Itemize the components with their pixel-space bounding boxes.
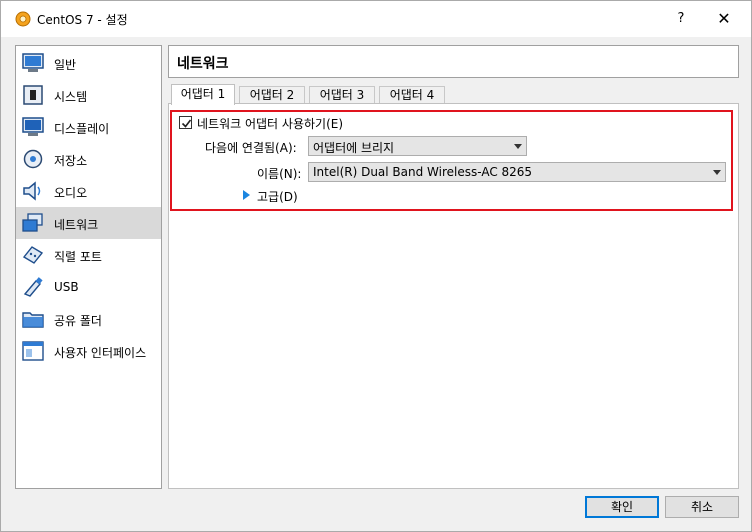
sidebar-item-general[interactable]: 일반: [16, 47, 161, 79]
sidebar-item-label: 사용자 인터페이스: [54, 346, 147, 360]
name-label: 이름(N):: [257, 167, 302, 181]
page-header: 네트워크: [168, 45, 739, 78]
sidebar-item-label: 일반: [54, 58, 77, 72]
sidebar-item-label: 네트워크: [54, 218, 99, 232]
usb-icon: [23, 277, 43, 297]
system-icon: [23, 85, 43, 105]
sidebar-item-label: 오디오: [54, 186, 88, 200]
sidebar-item-shared-folder[interactable]: 공유 폴더: [16, 303, 161, 335]
settings-window: CentOS 7 - 설정 ? ✕ 일반 시스템 디스플레이 저장소 오디오 네…: [0, 0, 752, 532]
adapter-name-value: Intel(R) Dual Band Wireless-AC 8265: [313, 165, 533, 179]
sidebar-item-storage[interactable]: 저장소: [16, 143, 161, 175]
virtualbox-gear-icon: [15, 11, 31, 27]
sidebar-item-label: 디스플레이: [54, 122, 110, 136]
serial-port-icon: [22, 246, 44, 264]
attached-to-label: 다음에 연결됨(A):: [205, 141, 297, 155]
tab-adapter-1[interactable]: 어댑터 1: [171, 84, 235, 105]
title-bar: CentOS 7 - 설정 ? ✕: [1, 1, 751, 37]
advanced-label: 고급(D): [257, 190, 298, 204]
enable-adapter-checkbox[interactable]: [179, 116, 192, 129]
display-icon: [22, 117, 44, 136]
sidebar-item-serial-port[interactable]: 직렬 포트: [16, 239, 161, 271]
close-button[interactable]: ✕: [709, 7, 739, 31]
chevron-down-icon: [514, 144, 522, 149]
sidebar-item-usb[interactable]: USB: [16, 271, 161, 303]
help-button[interactable]: ?: [669, 7, 693, 31]
sidebar-item-label: 공유 폴더: [54, 314, 102, 328]
sidebar-item-label: 직렬 포트: [54, 250, 102, 264]
general-icon: [22, 53, 44, 72]
enable-adapter-label[interactable]: 네트워크 어댑터 사용하기(E): [197, 115, 343, 132]
sidebar-item-display[interactable]: 디스플레이: [16, 111, 161, 143]
checkmark-icon: [181, 119, 192, 128]
sidebar-item-audio[interactable]: 오디오: [16, 175, 161, 207]
attached-to-value: 어댑터에 브리지: [313, 141, 395, 155]
sidebar-item-network[interactable]: 네트워크: [16, 207, 161, 239]
sidebar-item-system[interactable]: 시스템: [16, 79, 161, 111]
sidebar-item-label: 저장소: [54, 154, 88, 168]
tab-adapter-2[interactable]: 어댑터 2: [239, 86, 305, 104]
expand-arrow-icon: [243, 190, 250, 200]
attached-to-combobox[interactable]: 어댑터에 브리지: [308, 136, 527, 156]
shared-folder-icon: [22, 312, 44, 328]
cancel-button[interactable]: 취소: [665, 496, 739, 518]
user-interface-icon: [22, 341, 44, 361]
settings-sidebar: 일반 시스템 디스플레이 저장소 오디오 네트워크 직렬 포트 USB 공유 폴…: [15, 45, 162, 489]
tab-adapter-4[interactable]: 어댑터 4: [379, 86, 445, 104]
chevron-down-icon: [713, 170, 721, 175]
ok-button[interactable]: 확인: [585, 496, 659, 518]
sidebar-item-user-interface[interactable]: 사용자 인터페이스: [16, 335, 161, 367]
network-icon: [22, 213, 43, 232]
audio-icon: [23, 181, 41, 201]
window-title: CentOS 7 - 설정: [37, 13, 128, 27]
storage-icon: [23, 149, 43, 169]
adapter-name-combobox[interactable]: Intel(R) Dual Band Wireless-AC 8265: [308, 162, 726, 182]
tab-adapter-3[interactable]: 어댑터 3: [309, 86, 375, 104]
sidebar-item-label: 시스템: [54, 90, 88, 104]
page-title: 네트워크: [177, 56, 229, 72]
sidebar-item-label: USB: [54, 280, 79, 294]
